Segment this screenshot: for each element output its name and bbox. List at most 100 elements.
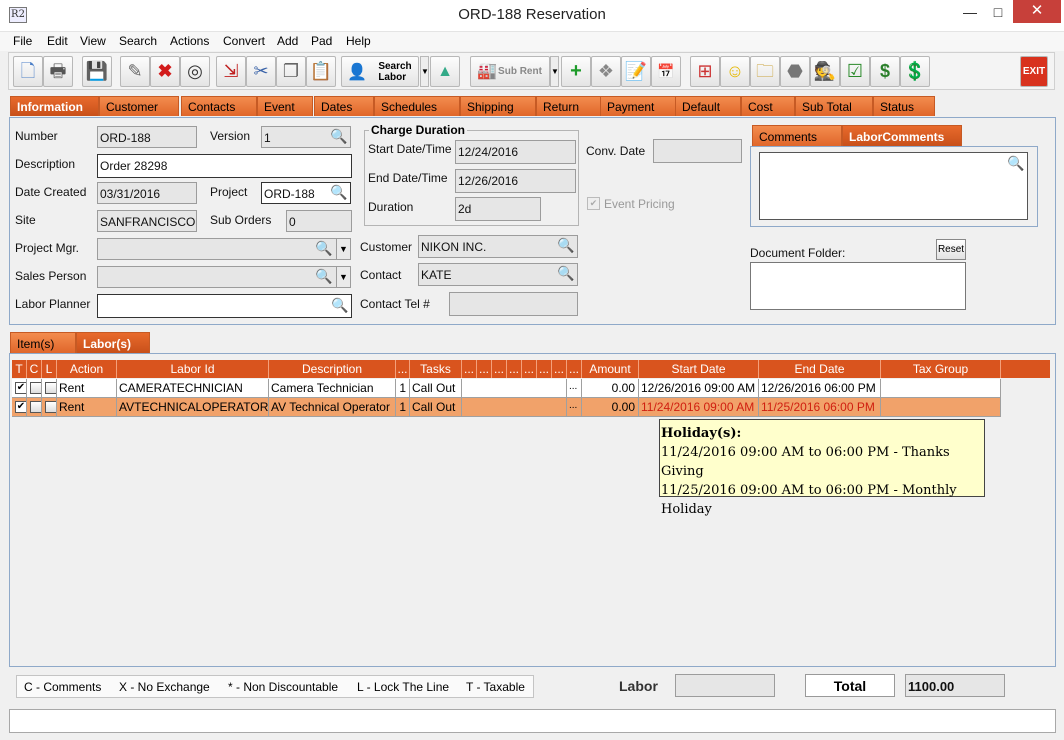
- column-header-action[interactable]: Action: [57, 360, 117, 378]
- qty-cell[interactable]: 1: [396, 379, 410, 398]
- column-header-extra-6[interactable]: ...: [537, 360, 552, 378]
- column-header-end-date[interactable]: End Date: [759, 360, 881, 378]
- extra-cells[interactable]: [462, 379, 567, 398]
- tasks-cell[interactable]: Call Out: [410, 398, 462, 417]
- labor-id-cell[interactable]: CAMERATECHNICIAN: [117, 379, 269, 398]
- menu-help[interactable]: Help: [346, 34, 371, 48]
- column-header-extra-7[interactable]: ...: [552, 360, 567, 378]
- box-icon[interactable]: ⬣: [780, 56, 810, 87]
- column-header-qty[interactable]: ...: [396, 360, 410, 378]
- tab-payment[interactable]: Payment: [600, 96, 676, 116]
- tab-cost[interactable]: Cost: [741, 96, 795, 116]
- column-header-extra-1[interactable]: ...: [462, 360, 477, 378]
- column-header-labor-id[interactable]: Labor Id: [117, 360, 269, 378]
- menu-view[interactable]: View: [80, 34, 106, 48]
- group-icon[interactable]: ❖: [591, 56, 621, 87]
- start-date-cell[interactable]: 11/24/2016 09:00 AM: [639, 398, 759, 417]
- lock-checkbox[interactable]: [45, 401, 56, 413]
- maximize-button[interactable]: □: [985, 4, 1011, 22]
- labor-id-cell[interactable]: AVTECHNICALOPERATOR: [117, 398, 269, 417]
- date-created-field[interactable]: 03/31/2016: [97, 182, 197, 204]
- start-date-cell[interactable]: 12/26/2016 09:00 AM: [639, 379, 759, 398]
- duration-field[interactable]: 2d: [455, 197, 541, 221]
- total-value-field[interactable]: 1100.00: [905, 674, 1005, 697]
- menu-file[interactable]: File: [13, 34, 32, 48]
- tab-schedules[interactable]: Schedules: [374, 96, 460, 116]
- copy-icon[interactable]: ❐: [276, 56, 306, 87]
- smiley-icon[interactable]: ☺: [720, 56, 750, 87]
- binoculars-icon[interactable]: ◎: [180, 56, 210, 87]
- comments-textarea[interactable]: [759, 152, 1028, 220]
- tax-group-cell[interactable]: [881, 379, 1001, 398]
- action-cell[interactable]: Rent: [57, 379, 117, 398]
- minimize-button[interactable]: —: [957, 4, 983, 22]
- labor-total-field[interactable]: [675, 674, 775, 697]
- checklist-icon[interactable]: ☑: [840, 56, 870, 87]
- tab-event[interactable]: Event: [257, 96, 313, 116]
- money-icon[interactable]: 💲: [900, 56, 930, 87]
- contact-search-icon[interactable]: 🔍: [557, 264, 575, 282]
- event-pricing-checkbox[interactable]: ✔: [587, 197, 600, 210]
- end-date-field[interactable]: 12/26/2016: [455, 169, 576, 193]
- tab-comments[interactable]: Comments: [752, 125, 842, 146]
- cut-icon[interactable]: ✂: [246, 56, 276, 87]
- project-mgr-search-icon[interactable]: 🔍: [315, 239, 333, 257]
- contact-tel-field[interactable]: [449, 292, 578, 316]
- document-folder-field[interactable]: [750, 262, 966, 310]
- column-header-amount[interactable]: Amount: [582, 360, 639, 378]
- menu-edit[interactable]: Edit: [47, 34, 68, 48]
- tab-default[interactable]: Default: [675, 96, 741, 116]
- add-plus-icon[interactable]: +: [561, 56, 591, 87]
- column-header-description[interactable]: Description: [269, 360, 396, 378]
- taxable-checkbox[interactable]: ✔: [15, 382, 26, 394]
- tasks-cell[interactable]: Call Out: [410, 379, 462, 398]
- tab-labors[interactable]: Labor(s): [76, 332, 150, 353]
- end-date-cell[interactable]: 12/26/2016 06:00 PM: [759, 379, 881, 398]
- sales-person-field[interactable]: [97, 266, 337, 288]
- exit-button[interactable]: EXIT: [1020, 56, 1048, 87]
- comments-checkbox[interactable]: [30, 401, 41, 413]
- menu-convert[interactable]: Convert: [223, 34, 265, 48]
- close-window-button[interactable]: ✕: [1013, 0, 1061, 23]
- tab-information[interactable]: Information: [10, 96, 99, 116]
- tab-labor-comments[interactable]: LaborComments: [842, 125, 962, 146]
- customer-field[interactable]: NIKON INC.: [418, 235, 578, 258]
- conv-date-field[interactable]: [653, 139, 742, 163]
- labor-planner-field[interactable]: [97, 294, 352, 318]
- end-date-cell[interactable]: 11/25/2016 06:00 PM: [759, 398, 881, 417]
- menu-add[interactable]: Add: [277, 34, 298, 48]
- transfer-icon[interactable]: ⇲: [216, 56, 246, 87]
- sales-person-search-icon[interactable]: 🔍: [315, 267, 333, 285]
- notepad-icon[interactable]: 📝: [621, 56, 651, 87]
- column-header-t[interactable]: T: [12, 360, 27, 378]
- lock-checkbox[interactable]: [45, 382, 56, 394]
- project-mgr-field[interactable]: [97, 238, 337, 260]
- agent-icon[interactable]: 🕵: [810, 56, 840, 87]
- customer-search-icon[interactable]: 🔍: [557, 236, 575, 254]
- project-mgr-dropdown-icon[interactable]: ▼: [336, 238, 351, 260]
- number-field[interactable]: ORD-188: [97, 126, 197, 148]
- column-header-tax-group[interactable]: Tax Group: [881, 360, 1001, 378]
- column-header-extra-3[interactable]: ...: [492, 360, 507, 378]
- delete-icon[interactable]: ✖: [150, 56, 180, 87]
- column-header-tasks[interactable]: Tasks: [410, 360, 462, 378]
- calendar-icon[interactable]: 📅: [651, 56, 681, 87]
- project-search-icon[interactable]: 🔍: [330, 183, 348, 201]
- qty-cell[interactable]: 1: [396, 398, 410, 417]
- contact-field[interactable]: KATE: [418, 263, 578, 286]
- description-field[interactable]: Order 28298: [97, 154, 352, 178]
- menu-pad[interactable]: Pad: [311, 34, 332, 48]
- folder-check-icon[interactable]: 🗀: [750, 56, 780, 87]
- description-cell[interactable]: Camera Technician: [269, 379, 396, 398]
- ellipsis-cell[interactable]: ...: [567, 379, 582, 398]
- tab-return[interactable]: Return: [536, 96, 602, 116]
- paste-icon[interactable]: 📋: [306, 56, 336, 87]
- column-header-extra-2[interactable]: ...: [477, 360, 492, 378]
- tab-customer[interactable]: Customer: [99, 96, 179, 116]
- description-cell[interactable]: AV Technical Operator: [269, 398, 396, 417]
- menu-search[interactable]: Search: [119, 34, 157, 48]
- menu-actions[interactable]: Actions: [170, 34, 209, 48]
- reset-button[interactable]: Reset: [936, 239, 966, 260]
- action-cell[interactable]: Rent: [57, 398, 117, 417]
- new-document-icon[interactable]: 🗋: [13, 56, 43, 87]
